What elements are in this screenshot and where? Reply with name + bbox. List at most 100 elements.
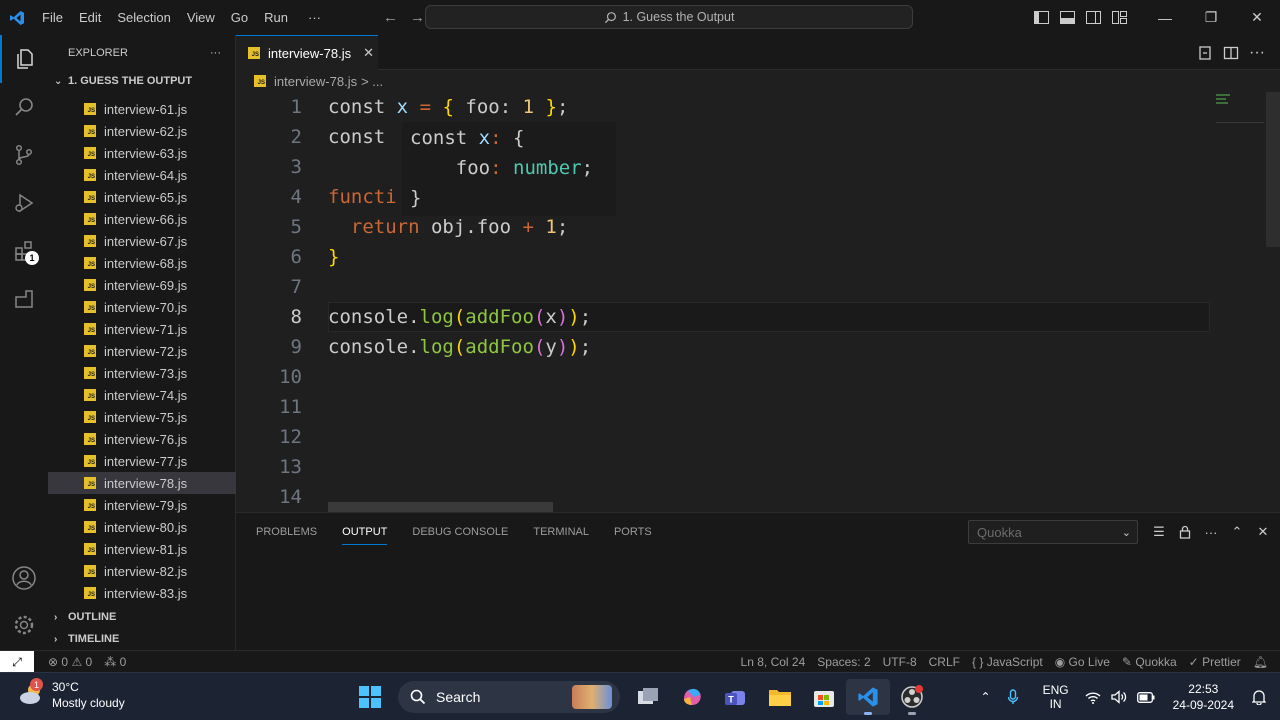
panel-tab-problems[interactable]: PROBLEMS [256, 513, 317, 551]
code-line-8[interactable]: console.log(addFoo(x)); [328, 306, 591, 328]
problems-status[interactable]: ⊗ 0 ⚠ 0 [42, 655, 98, 669]
lock-scroll-icon[interactable] [1172, 525, 1198, 539]
close-tab-icon[interactable]: ✕ [363, 45, 374, 61]
windows-start-icon[interactable] [348, 679, 392, 715]
file-item[interactable]: JS interview-68.js [48, 252, 236, 274]
ports-status[interactable]: ⁂ 0 [98, 655, 132, 669]
panel-tab-terminal[interactable]: TERMINAL [533, 513, 589, 551]
timeline-section[interactable]: › TIMELINE [48, 628, 236, 650]
menu-file[interactable]: File [34, 0, 71, 35]
file-item[interactable]: JS interview-64.js [48, 164, 236, 186]
end-of-line[interactable]: CRLF [923, 655, 966, 669]
remote-indicator-icon[interactable]: ⤢ [0, 651, 34, 673]
file-item[interactable]: JS interview-72.js [48, 340, 236, 362]
go-live[interactable]: ◉ Go Live [1049, 655, 1116, 669]
sidebar-more-button[interactable]: ··· [210, 47, 221, 59]
notifications-bell-icon[interactable]: 🔔︎ [1247, 655, 1280, 669]
extensions-icon[interactable]: 1 [0, 227, 48, 275]
file-item[interactable]: JS interview-79.js [48, 494, 236, 516]
weather-widget[interactable]: 1 30°C Mostly cloudy [18, 678, 125, 711]
panel-tab-debug-console[interactable]: DEBUG CONSOLE [412, 513, 508, 551]
toggle-secondary-sidebar-icon[interactable] [1080, 0, 1106, 35]
code-line-6[interactable]: } [328, 246, 339, 268]
file-item[interactable]: JS interview-83.js [48, 582, 236, 604]
code-line-1[interactable]: const x = { foo: 1 }; [328, 96, 568, 118]
panel-tab-ports[interactable]: PORTS [614, 513, 652, 551]
panel-tab-output[interactable]: OUTPUT [342, 513, 388, 551]
file-item[interactable]: JS interview-61.js [48, 98, 236, 120]
file-item[interactable]: JS interview-73.js [48, 362, 236, 384]
outline-section[interactable]: › OUTLINE [48, 606, 236, 628]
language-mode[interactable]: { } JavaScript [966, 655, 1049, 669]
code-line-2[interactable]: const [328, 126, 385, 148]
minimap[interactable] [1216, 92, 1266, 132]
account-icon[interactable] [0, 554, 48, 602]
menu-edit[interactable]: Edit [71, 0, 109, 35]
chevron-up-icon[interactable]: ⌃ [973, 690, 999, 704]
breadcrumb-file[interactable]: interview-78.js [274, 74, 357, 89]
encoding[interactable]: UTF-8 [877, 655, 923, 669]
cursor-position[interactable]: Ln 8, Col 24 [735, 655, 812, 669]
vertical-scrollbar[interactable] [1266, 92, 1280, 247]
file-item[interactable]: JS interview-62.js [48, 120, 236, 142]
explorer-icon[interactable] [0, 35, 48, 83]
remote-explorer-icon[interactable] [0, 275, 48, 323]
clock[interactable]: 22:53 24-09-2024 [1163, 681, 1244, 713]
editor-more-icon[interactable]: ··· [1244, 44, 1270, 62]
notification-bell-icon[interactable] [1244, 689, 1280, 705]
taskbar-search[interactable]: Search [398, 681, 620, 713]
customize-layout-icon[interactable] [1106, 0, 1132, 35]
close-button[interactable]: ✕ [1234, 0, 1280, 35]
file-item[interactable]: JS interview-66.js [48, 208, 236, 230]
output-channel-select[interactable]: Quokka ⌄ [968, 520, 1138, 544]
menu-run[interactable]: Run [256, 0, 296, 35]
restore-button[interactable]: ❐ [1188, 0, 1234, 35]
file-item[interactable]: JS interview-65.js [48, 186, 236, 208]
file-item[interactable]: JS interview-76.js [48, 428, 236, 450]
volume-icon[interactable] [1109, 690, 1129, 704]
panel-more-icon[interactable]: ··· [1198, 525, 1224, 540]
code-line-5[interactable]: return obj.foo + 1; [328, 216, 568, 238]
code-line-9[interactable]: console.log(addFoo(y)); [328, 336, 591, 358]
file-item[interactable]: JS interview-78.js [48, 472, 236, 494]
prettier-status[interactable]: ✓ Prettier [1183, 655, 1247, 669]
menu-view[interactable]: View [179, 0, 223, 35]
minimize-button[interactable]: — [1142, 0, 1188, 35]
battery-icon[interactable] [1129, 691, 1163, 703]
command-center-search[interactable]: 1. Guess the Output [425, 5, 913, 29]
file-item[interactable]: JS interview-82.js [48, 560, 236, 582]
file-item[interactable]: JS interview-71.js [48, 318, 236, 340]
split-editor-icon[interactable] [1218, 45, 1244, 61]
open-changes-icon[interactable] [1192, 45, 1218, 61]
toggle-panel-icon[interactable] [1054, 0, 1080, 35]
task-view-icon[interactable] [626, 679, 670, 715]
file-item[interactable]: JS interview-67.js [48, 230, 236, 252]
code-editor[interactable]: 1 2 3 4 5 6 7 8 9 10 11 12 13 14 const x = { foo: 1 }… [236, 92, 1280, 512]
file-explorer-icon[interactable] [758, 679, 802, 715]
copilot-icon[interactable] [670, 679, 714, 715]
file-item[interactable]: JS interview-75.js [48, 406, 236, 428]
file-item[interactable]: JS interview-69.js [48, 274, 236, 296]
quokka-status[interactable]: ✎ Quokka [1116, 655, 1183, 669]
file-item[interactable]: JS interview-81.js [48, 538, 236, 560]
teams-icon[interactable]: T [714, 679, 758, 715]
settings-gear-icon[interactable] [0, 601, 48, 649]
source-control-icon[interactable] [0, 131, 48, 179]
microsoft-store-icon[interactable] [802, 679, 846, 715]
code-line-4[interactable]: functi [328, 186, 397, 208]
indentation[interactable]: Spaces: 2 [811, 655, 876, 669]
tab-interview-78[interactable]: JS interview-78.js ✕ [236, 35, 378, 70]
obs-icon[interactable] [890, 679, 934, 715]
clear-output-icon[interactable]: ☰ [1146, 524, 1172, 540]
back-arrow-icon[interactable]: ← [377, 9, 404, 26]
language-indicator[interactable]: ENG IN [1035, 683, 1077, 711]
wifi-icon[interactable] [1077, 691, 1109, 704]
close-panel-icon[interactable]: ✕ [1250, 524, 1276, 540]
file-item[interactable]: JS interview-70.js [48, 296, 236, 318]
menu-go[interactable]: Go [223, 0, 256, 35]
search-icon[interactable] [0, 83, 48, 131]
run-debug-icon[interactable] [0, 179, 48, 227]
vscode-taskbar-icon[interactable] [846, 679, 890, 715]
file-item[interactable]: JS interview-74.js [48, 384, 236, 406]
menu-more[interactable]: ··· [296, 0, 329, 35]
